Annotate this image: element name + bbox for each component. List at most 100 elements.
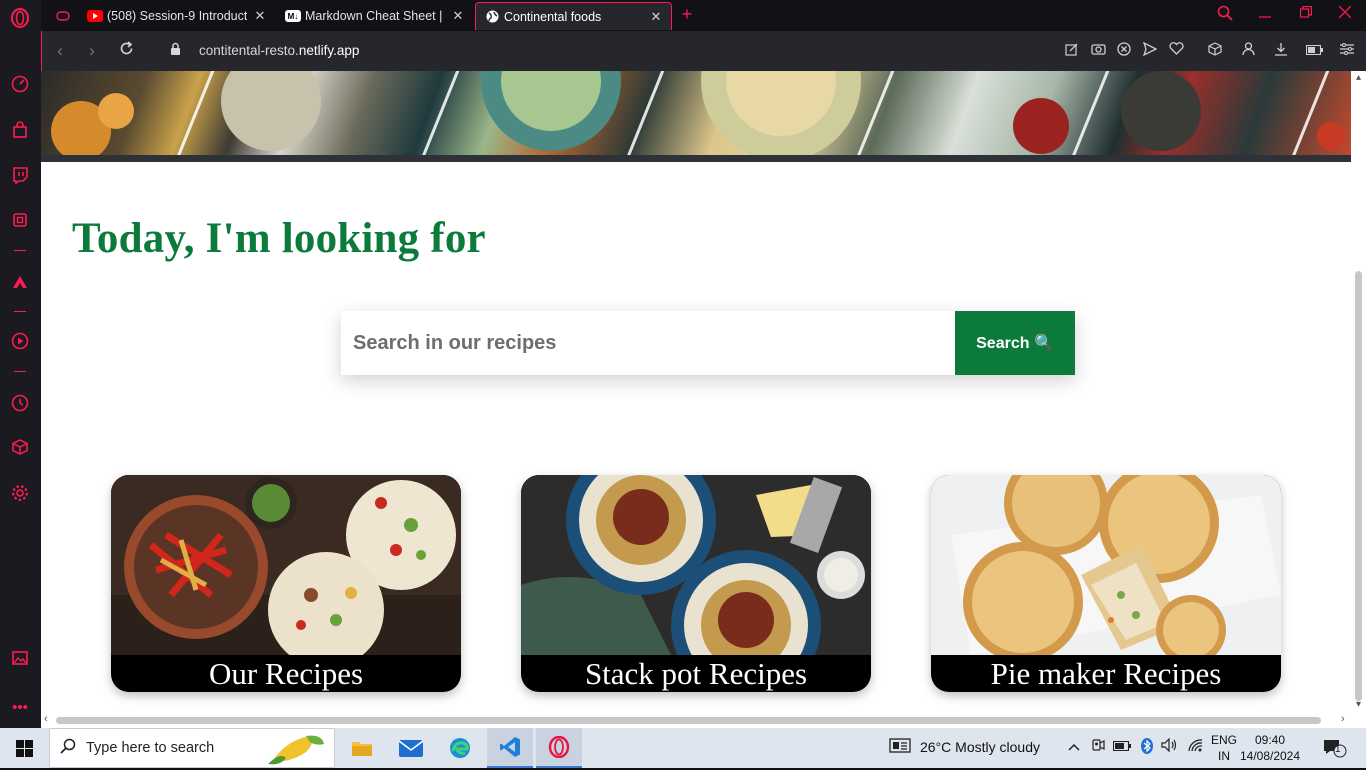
reload-icon[interactable] [115, 40, 137, 62]
recipe-card-pie-maker-recipes[interactable]: Pie maker Recipes [931, 475, 1281, 692]
taskbar-search-box[interactable]: Type here to search [49, 728, 335, 768]
bluetooth-icon[interactable] [1138, 738, 1156, 756]
sidebar-divider [14, 311, 26, 312]
more-dots-icon[interactable]: ••• [10, 697, 30, 717]
player-icon[interactable] [10, 331, 30, 351]
show-hidden-icons-chevron-icon[interactable] [1065, 738, 1083, 756]
meet-now-icon[interactable] [1089, 738, 1107, 756]
wallpaper-image-icon[interactable] [10, 648, 30, 668]
restore-icon[interactable] [1295, 5, 1317, 25]
input-language-indicator[interactable]: ENG IN [1210, 732, 1238, 764]
easy-setup-menu-icon[interactable] [1338, 42, 1356, 60]
scroll-down-arrow-icon[interactable]: ▾ [1353, 699, 1364, 710]
mail-icon[interactable] [388, 728, 434, 768]
horizontal-scroll-thumb[interactable] [56, 717, 1321, 724]
clock-time: 09:40 [1254, 733, 1286, 747]
url-prefix: contitental-resto. [199, 43, 299, 58]
tab-youtube[interactable]: (508) Session-9 Introductio ✕ [79, 2, 275, 30]
history-clock-icon[interactable] [10, 393, 30, 413]
wifi-network-icon[interactable] [1186, 738, 1204, 756]
send-icon[interactable] [1141, 41, 1159, 60]
page-heading: Today, I'm looking for [72, 215, 486, 262]
minimize-icon[interactable] [1254, 5, 1276, 25]
fajitas-photo [111, 475, 461, 655]
battery-saver-icon[interactable] [1305, 42, 1323, 60]
horizontal-scrollbar[interactable]: ‹ › [41, 712, 1351, 728]
close-window-icon[interactable] [1334, 5, 1356, 25]
youtube-icon [87, 10, 103, 22]
tab-strip: (508) Session-9 Introductio ✕ M↓ Markdow… [41, 0, 1366, 31]
scroll-left-arrow-icon[interactable]: ‹ [44, 713, 48, 725]
spaghetti-bolognese-photo [521, 475, 871, 655]
volume-speaker-icon[interactable] [1160, 737, 1178, 756]
edge-browser-icon[interactable] [437, 728, 483, 768]
search-icon [60, 738, 76, 759]
card-label: Pie maker Recipes [990, 656, 1222, 691]
vertical-scrollbar[interactable]: ▴ ▾ [1351, 71, 1366, 712]
file-explorer-icon[interactable] [339, 728, 385, 768]
scroll-right-arrow-icon[interactable]: › [1341, 713, 1345, 725]
close-tab-icon[interactable]: ✕ [451, 8, 465, 24]
shopping-bag-icon[interactable] [10, 120, 30, 140]
tab-gx[interactable] [47, 2, 75, 30]
pies-photo [931, 475, 1281, 655]
download-icon[interactable] [1272, 42, 1290, 60]
region-code: IN [1218, 749, 1230, 763]
globe-icon [484, 10, 500, 23]
search-button[interactable]: Search 🔍 [955, 311, 1075, 375]
speed-dial-icon[interactable] [10, 74, 30, 94]
vertical-scroll-thumb[interactable] [1355, 271, 1362, 701]
address-url[interactable]: contitental-resto.netlify.app [199, 43, 359, 58]
recipe-card-stack-pot-recipes[interactable]: Stack pot Recipes [521, 475, 871, 692]
recipe-card-our-recipes[interactable]: Our Recipes [111, 475, 461, 692]
forward-arrow-icon[interactable]: › [81, 40, 103, 62]
profile-icon[interactable] [1239, 42, 1257, 60]
windows-taskbar: Type here to search 26°C Mostly cloudy E… [0, 728, 1366, 768]
close-tab-icon[interactable]: ✕ [649, 9, 663, 25]
corn-doodle-icon [266, 732, 326, 770]
close-tab-icon[interactable]: ✕ [253, 8, 267, 24]
banner-bottom-border [41, 155, 1351, 162]
aria-icon[interactable] [10, 272, 30, 292]
tab-search-icon[interactable] [1214, 5, 1236, 25]
language-code: ENG [1210, 733, 1237, 747]
tab-markdown[interactable]: M↓ Markdown Cheat Sheet | M ✕ [277, 2, 473, 30]
heart-icon[interactable] [1167, 42, 1185, 60]
new-tab-plus-icon[interactable]: + [677, 4, 697, 24]
camera-snapshot-icon[interactable] [1089, 42, 1107, 60]
opera-sidebar: ••• [0, 0, 41, 728]
page-viewport: Today, I'm looking for Search 🔍 Our Reci… [41, 71, 1351, 712]
lock-icon[interactable] [164, 40, 186, 62]
tab-title: Markdown Cheat Sheet | M [305, 9, 445, 23]
url-domain: netlify.app [298, 43, 360, 58]
notification-center-icon[interactable]: 1 [1322, 738, 1348, 758]
ad-block-icon[interactable] [1115, 42, 1133, 60]
recipe-search-input[interactable] [341, 311, 955, 375]
back-arrow-icon[interactable]: ‹ [49, 40, 71, 62]
notification-count: 1 [1335, 744, 1341, 755]
recipe-search-bar: Search 🔍 [341, 311, 1075, 375]
vscode-icon[interactable] [487, 728, 533, 768]
scrollbar-corner [1351, 712, 1366, 728]
sidebar-divider [14, 371, 26, 372]
opera-logo-icon[interactable] [10, 8, 30, 28]
scroll-up-arrow-icon[interactable]: ▴ [1353, 72, 1364, 83]
gamepad-icon [55, 10, 71, 22]
tab-title: (508) Session-9 Introductio [107, 9, 247, 23]
settings-gear-icon[interactable] [10, 483, 30, 503]
battery-icon[interactable] [1112, 738, 1131, 756]
tab-continental-foods[interactable]: Continental foods ✕ [475, 2, 672, 30]
markdown-icon: M↓ [285, 10, 301, 22]
taskbar-clock[interactable]: 09:40 14/08/2024 [1238, 732, 1302, 764]
edit-share-icon[interactable] [1063, 42, 1081, 60]
extensions-cube-icon[interactable] [1206, 42, 1224, 60]
taskbar-search-placeholder: Type here to search [86, 740, 215, 756]
tab-title: Continental foods [504, 9, 602, 24]
opera-gx-taskbar-icon[interactable] [536, 728, 582, 768]
twitch-icon[interactable] [10, 165, 30, 185]
weather-news-icon[interactable] [888, 738, 912, 756]
extensions-cube-icon[interactable] [10, 437, 30, 457]
weather-text[interactable]: 26°C Mostly cloudy [920, 739, 1040, 755]
windows-start-icon[interactable] [0, 728, 48, 768]
gx-control-icon[interactable] [10, 210, 30, 230]
